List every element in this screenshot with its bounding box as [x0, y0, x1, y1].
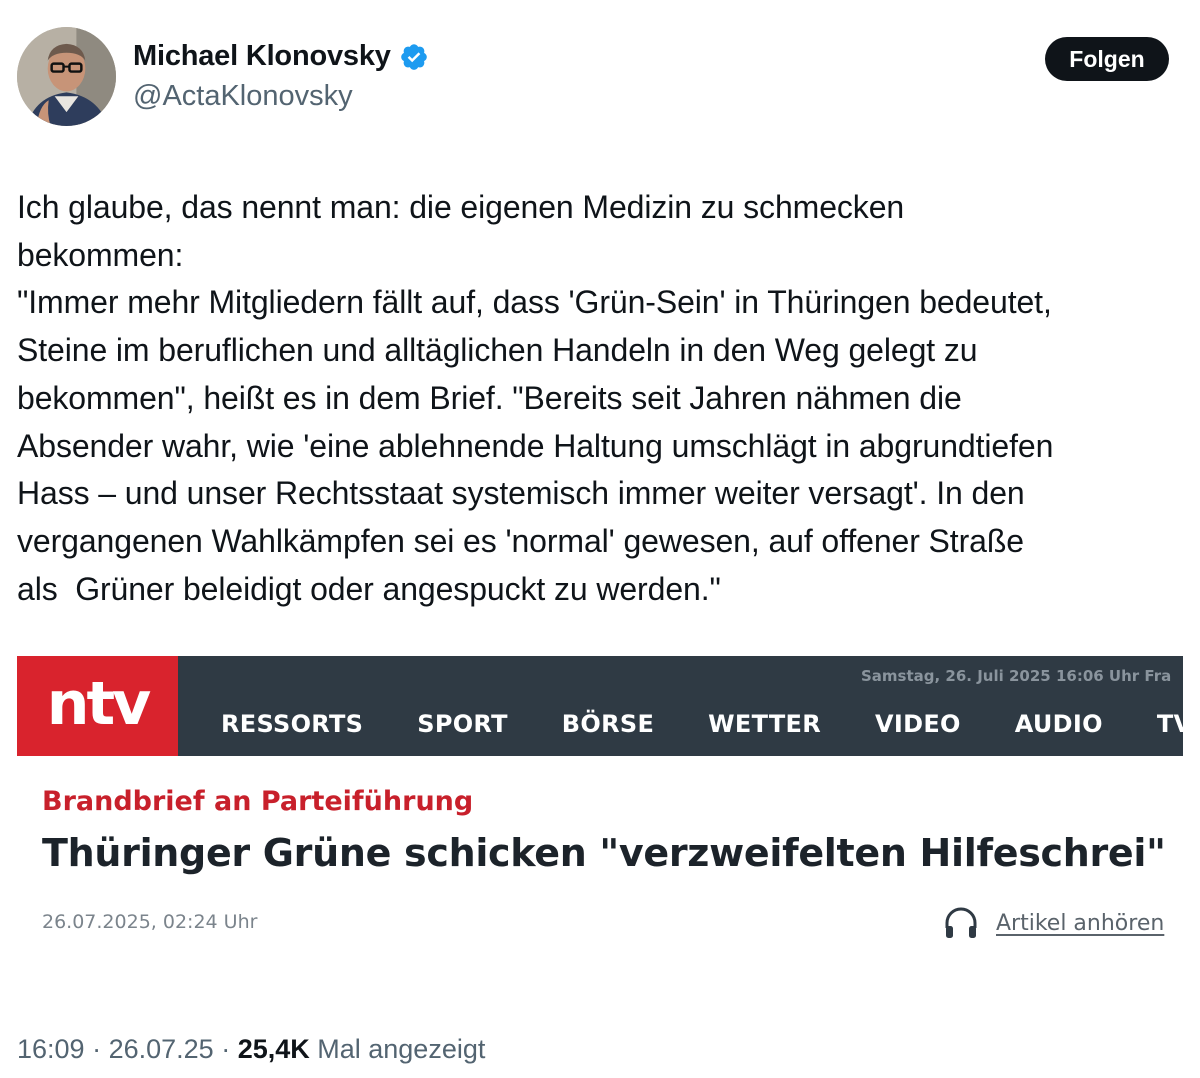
ntv-nav-audio: AUDIO: [1014, 710, 1103, 738]
article-headline: Thüringer Grüne schicken "verzweifelten …: [42, 831, 1166, 875]
ntv-nav-video: VIDEO: [875, 710, 961, 738]
listen-article: Artikel anhören: [942, 904, 1164, 942]
ntv-nav-boerse: BÖRSE: [561, 710, 655, 738]
ntv-date-line: Samstag, 26. Juli 2025 16:06 Uhr Fra: [861, 667, 1172, 685]
author-handle[interactable]: @ActaKlonovsky: [133, 80, 353, 113]
follow-button[interactable]: Folgen: [1045, 37, 1169, 81]
ntv-nav-tv-pro: TV PRO: [1156, 710, 1183, 738]
article-kicker: Brandbrief an Parteiführung: [42, 786, 474, 817]
profile-photo: [17, 27, 116, 126]
article-timestamp: 26.07.2025, 02:24 Uhr: [42, 911, 258, 933]
ntv-nav-wetter: WETTER: [708, 710, 821, 738]
ntv-header-bar: ntv Samstag, 26. Juli 2025 16:06 Uhr Fra…: [17, 656, 1183, 756]
tweet-time[interactable]: 16:09: [17, 1034, 85, 1064]
ntv-logo: ntv: [17, 656, 178, 756]
author-name-row: Michael Klonovsky: [133, 40, 429, 73]
tweet-date[interactable]: 26.07.25: [109, 1034, 214, 1064]
tweet-text: Ich glaube, das nennt man: die eigenen M…: [17, 189, 1054, 607]
meta-separator-2: ·: [213, 1034, 238, 1064]
ntv-logo-text: ntv: [46, 669, 152, 739]
view-count: 25,4K: [237, 1034, 310, 1064]
author-avatar[interactable]: [17, 27, 116, 126]
author-name[interactable]: Michael Klonovsky: [133, 40, 391, 73]
tweet-meta: 16:09 · 26.07.25 · 25,4K Mal angezeigt: [17, 1034, 485, 1065]
view-count-label: Mal angezeigt: [309, 1034, 486, 1064]
ntv-nav-sport: SPORT: [417, 710, 508, 738]
ntv-nav-ressorts: RESSORTS: [221, 710, 364, 738]
headphones-icon: [942, 904, 980, 942]
verified-badge-icon: [399, 42, 429, 72]
article-image-card[interactable]: ntv Samstag, 26. Juli 2025 16:06 Uhr Fra…: [17, 656, 1183, 986]
ntv-nav: RESSORTS SPORT BÖRSE WETTER VIDEO AUDIO …: [221, 710, 1183, 738]
meta-separator: ·: [84, 1034, 109, 1064]
listen-article-link: Artikel anhören: [996, 910, 1165, 936]
